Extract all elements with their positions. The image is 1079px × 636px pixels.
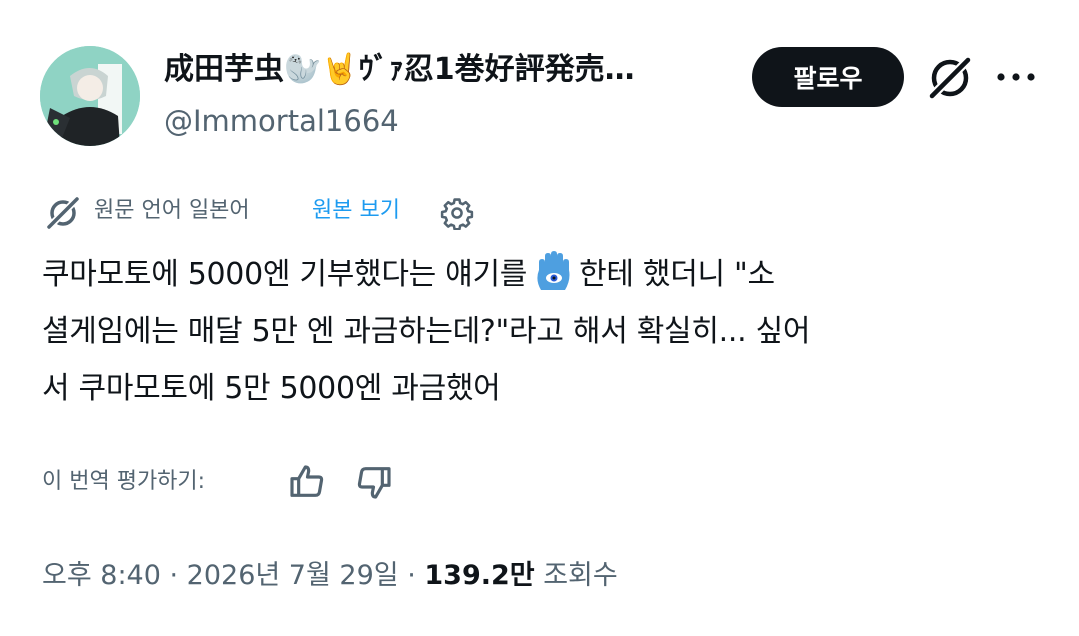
view-original-link[interactable]: 원본 보기: [312, 193, 400, 229]
translation-source-label: 원문 언어 일본어: [94, 198, 250, 223]
tweet-line-3: 서 쿠마모토에 5만 5000엔 과금했어: [42, 371, 501, 406]
gear-icon[interactable]: [440, 196, 474, 231]
hamsa-emoji: [533, 250, 573, 292]
author-display-name[interactable]: 成田芋虫🦭🤘ｳﾞｧ忍1巻好評発売…: [164, 48, 635, 92]
meta-separator: ·: [407, 560, 425, 591]
tweet-text: 쿠마모토에 5000엔 기부했다는 얘기를 한테 했더니 "소 셜게임에는 매달…: [42, 246, 1042, 417]
follow-button[interactable]: 팔로우: [752, 47, 904, 107]
views-count: 139.2만: [424, 560, 535, 591]
tweet-date[interactable]: 2026년 7월 29일: [187, 560, 399, 591]
meta-separator: ·: [169, 560, 187, 591]
tweet-line-1-end: 한테 했더니 "소: [579, 257, 775, 292]
thumbs-up-icon[interactable]: [287, 462, 327, 502]
tweet-line-2: 셜게임에는 매달 5만 엔 과금하는데?"라고 해서 확실히... 싶어: [42, 314, 811, 349]
author-handle[interactable]: @Immortal1664: [164, 101, 399, 141]
thumbs-down-icon[interactable]: [354, 462, 394, 502]
more-horizontal-icon[interactable]: [994, 62, 1038, 92]
grok-translate-icon: [44, 194, 82, 232]
tweet-meta: 오후 8:40 · 2026년 7월 29일 · 139.2만 조회수: [42, 555, 618, 597]
grok-icon[interactable]: [924, 52, 976, 104]
tweet-line-1: 쿠마모토에 5000엔 기부했다는 얘기를 한테 했더니 "소: [42, 246, 1042, 303]
views-label: 조회수: [543, 560, 618, 591]
tweet-time[interactable]: 오후 8:40: [42, 560, 161, 591]
rate-translation-label: 이 번역 평가하기:: [42, 469, 206, 494]
avatar-illustration: [40, 46, 140, 146]
tweet-line-1-start: 쿠마모토에 5000엔 기부했다는 얘기를: [42, 257, 528, 292]
avatar[interactable]: [40, 46, 140, 146]
